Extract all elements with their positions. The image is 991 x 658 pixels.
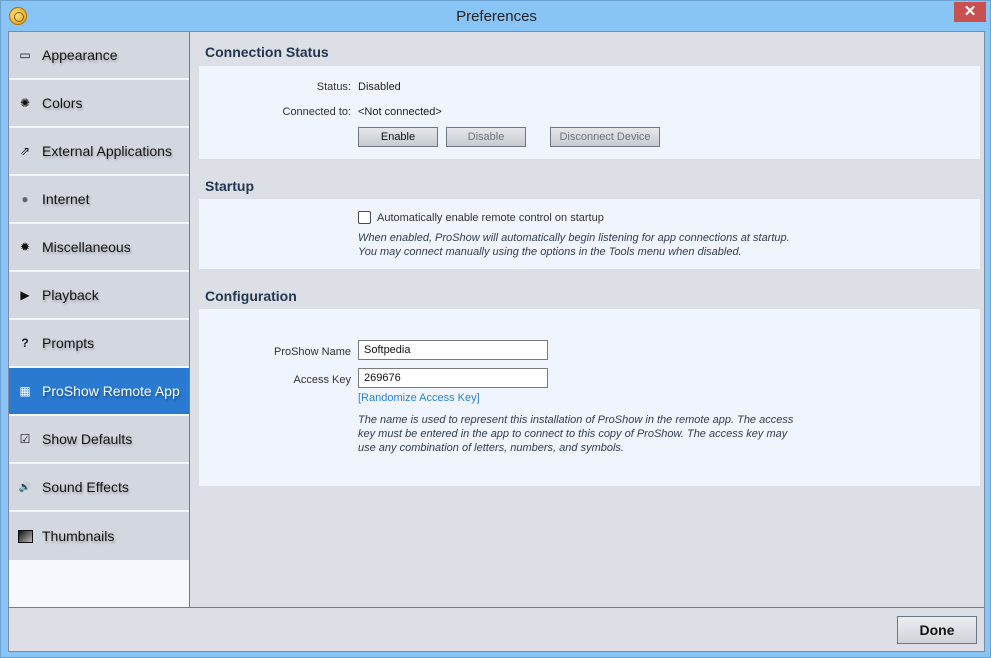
config-help-line-3: use any combination of letters, numbers,… [358,442,624,454]
speaker-icon: 🔊 [18,481,32,493]
gear-icon: ✹ [19,240,31,254]
access-key-input[interactable] [358,368,548,388]
config-help-line-1: The name is used to represent this insta… [358,414,794,426]
sidebar-item-label: External Applications [42,143,172,159]
external-app-icon: ⇗ [19,144,31,158]
sidebar-item-colors[interactable]: ✺ Colors [9,80,189,128]
sidebar-item-label: Colors [42,95,83,111]
dialog-footer: Done [9,607,984,651]
proshow-name-input[interactable] [358,340,548,360]
sidebar-item-label: Internet [42,191,90,207]
status-label: Status: [316,81,351,93]
sidebar-item-label: Sound Effects [42,479,129,495]
proshow-name-label: ProShow Name [273,346,351,358]
sidebar-item-label: Playback [42,287,99,303]
sidebar-item-proshow-remote-app[interactable]: ▦ ProShow Remote App [9,368,189,416]
sidebar: ▭ Appearance ✺ Colors ⇗ External Applica… [9,32,190,607]
sidebar-item-internet[interactable]: ● Internet [9,176,189,224]
enable-button[interactable]: Enable [358,127,438,147]
close-button[interactable]: ✕ [954,2,986,22]
auto-enable-checkbox[interactable] [358,211,371,224]
done-button[interactable]: Done [897,616,977,644]
startup-panel: Automatically enable remote control on s… [199,199,980,269]
sidebar-item-label: Prompts [42,335,95,351]
sidebar-item-prompts[interactable]: ? Prompts [9,320,189,368]
play-icon: ▶ [20,288,30,302]
startup-heading: Startup [205,178,254,194]
connected-to-label: Connected to: [282,106,352,118]
status-value: Disabled [358,81,401,93]
sidebar-item-label: Miscellaneous [42,239,131,255]
sidebar-item-label: Appearance [42,47,118,63]
content-area: Connection Status Status: Disabled Conne… [191,32,984,607]
sidebar-item-playback[interactable]: ▶ Playback [9,272,189,320]
sidebar-item-thumbnails[interactable]: Thumbnails [9,512,189,560]
connection-status-panel: Status: Disabled Connected to: <Not conn… [199,66,980,159]
color-wheel-icon: ✺ [19,96,31,110]
connection-status-heading: Connection Status [205,44,329,60]
sidebar-item-external-applications[interactable]: ⇗ External Applications [9,128,189,176]
disconnect-device-button[interactable]: Disconnect Device [550,127,660,147]
configuration-heading: Configuration [205,288,297,304]
sidebar-item-miscellaneous[interactable]: ✹ Miscellaneous [9,224,189,272]
connected-to-value: <Not connected> [358,106,442,118]
disable-button[interactable]: Disable [446,127,526,147]
dialog-client: ▭ Appearance ✺ Colors ⇗ External Applica… [8,31,985,652]
startup-help-line-2: You may connect manually using the optio… [358,246,742,258]
remote-icon: ▦ [19,384,31,398]
startup-help-line-1: When enabled, ProShow will automatically… [358,232,790,244]
sidebar-item-label: Thumbnails [42,528,115,544]
thumbnail-icon [17,528,33,544]
config-help-line-2: key must be entered in the app to connec… [358,428,788,440]
window-icon: ▭ [19,48,31,62]
sidebar-item-appearance[interactable]: ▭ Appearance [9,32,189,80]
access-key-label: Access Key [293,374,351,386]
sidebar-item-label: Show Defaults [42,431,133,447]
title-bar: Preferences ✕ [1,1,991,31]
question-icon: ? [21,336,29,350]
configuration-panel: ProShow Name Access Key [Randomize Acces… [199,309,980,486]
preferences-window: Preferences ✕ ▭ Appearance ✺ Colors ⇗ Ex… [0,0,991,658]
sidebar-item-sound-effects[interactable]: 🔊 Sound Effects [9,464,189,512]
auto-enable-label[interactable]: Automatically enable remote control on s… [377,212,604,224]
globe-icon: ● [21,192,29,206]
randomize-access-key-link[interactable]: [Randomize Access Key] [358,392,480,404]
sidebar-item-show-defaults[interactable]: ☑ Show Defaults [9,416,189,464]
sidebar-item-label: ProShow Remote App [42,383,180,399]
checkbox-icon: ☑ [19,432,31,446]
window-title: Preferences [456,8,537,25]
